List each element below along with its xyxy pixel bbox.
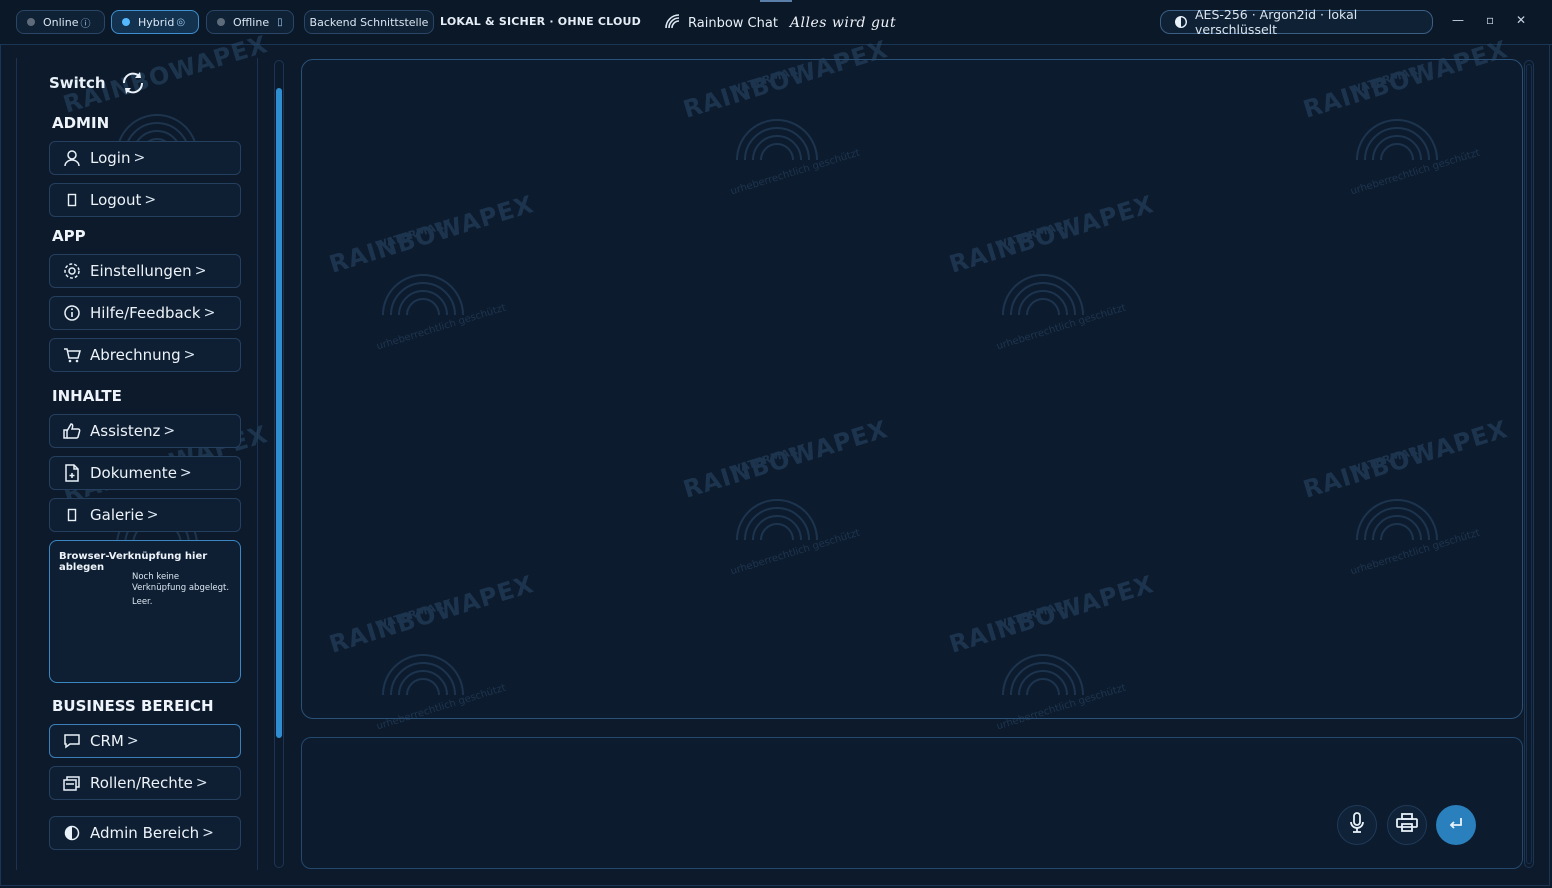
- chevron-right-icon: >: [195, 775, 208, 791]
- app-slogan: Alles wird gut: [789, 15, 897, 31]
- mode-hybrid-label: Hybrid: [138, 15, 175, 29]
- sidebar-item-label: Hilfe/Feedback: [90, 304, 201, 322]
- sidebar-item-label: Rollen/Rechte: [90, 774, 193, 792]
- mic-icon: [1349, 812, 1365, 838]
- section-admin: ADMIN: [52, 114, 110, 132]
- roles-icon: [62, 773, 82, 793]
- chevron-right-icon: >: [133, 150, 146, 166]
- cart-icon: [62, 345, 82, 365]
- sidebar-item-logout[interactable]: Logout >: [49, 183, 241, 217]
- info-icon: ⓘ: [80, 18, 91, 30]
- chevron-right-icon: >: [144, 192, 157, 208]
- sync-icon[interactable]: [116, 66, 150, 100]
- info-icon: [62, 303, 82, 323]
- section-app: APP: [52, 227, 86, 245]
- sidebar-item-rollen[interactable]: Rollen/Rechte >: [49, 766, 241, 800]
- sidebar-item-admin-bereich[interactable]: Admin Bereich >: [49, 816, 241, 850]
- logout-icon: [62, 190, 82, 210]
- sidebar-item-abrechnung[interactable]: Abrechnung >: [49, 338, 241, 372]
- dropzone-empty-text: Verknüpfung abgelegt.: [132, 583, 230, 593]
- send-button[interactable]: [1436, 805, 1476, 845]
- switch-label: Switch: [49, 74, 106, 92]
- section-inhalte: INHALTE: [52, 387, 122, 405]
- encryption-label: AES-256 · Argon2id · lokal verschlüsselt: [1195, 7, 1358, 37]
- sidebar-item-login[interactable]: Login >: [49, 141, 241, 175]
- shield-icon: [1175, 15, 1187, 29]
- chevron-right-icon: >: [194, 263, 207, 279]
- print-button[interactable]: [1387, 805, 1427, 845]
- thumbs-up-icon: [62, 421, 82, 441]
- dropzone-empty-text: Noch keine: [132, 572, 180, 582]
- maximize-button[interactable]: ▫: [1486, 13, 1494, 27]
- app-brand: Rainbow Chat Alles wird gut: [664, 13, 896, 33]
- chevron-right-icon: >: [202, 825, 214, 841]
- app-title: Rainbow Chat: [688, 15, 778, 31]
- sidebar-item-label: Dokumente: [90, 464, 177, 482]
- chevron-right-icon: >: [203, 305, 216, 321]
- sidebar-item-label: CRM: [90, 732, 124, 750]
- user-icon: [62, 148, 82, 168]
- dropzone-status: Leer.: [132, 597, 153, 607]
- message-input-area[interactable]: [301, 737, 1523, 869]
- sidebar-item-label: Assistenz: [90, 422, 161, 440]
- chat-icon: [62, 731, 82, 751]
- mode-offline-label: Offline: [233, 15, 270, 29]
- drag-handle[interactable]: [760, 0, 792, 2]
- chevron-right-icon: >: [163, 423, 176, 439]
- microphone-button[interactable]: [1337, 805, 1377, 845]
- wifi-icon: [664, 13, 682, 33]
- sidebar-item-label: Galerie: [90, 506, 144, 524]
- sidebar-item-einstellungen[interactable]: Einstellungen >: [49, 254, 241, 288]
- backend-label: Backend Schnittstelle: [309, 15, 429, 29]
- backend-button[interactable]: Backend Schnittstelle: [304, 10, 434, 34]
- chat-scroll-thumb[interactable]: [1526, 64, 1532, 864]
- sidebar-item-label: Abrechnung: [90, 346, 181, 364]
- mode-hybrid-button[interactable]: Hybrid ◎: [111, 10, 199, 34]
- section-business: BUSINESS BEREICH: [52, 697, 214, 715]
- sidebar-item-dokumente[interactable]: Dokumente >: [49, 456, 241, 490]
- switch-control[interactable]: Switch: [49, 66, 150, 100]
- chevron-right-icon: >: [126, 733, 139, 749]
- sidebar-item-galerie[interactable]: Galerie >: [49, 498, 241, 532]
- status-dot: [217, 18, 225, 26]
- gallery-icon: [62, 505, 82, 525]
- shield-icon: [62, 823, 82, 843]
- status-dot: [122, 18, 130, 26]
- mode-online-button[interactable]: Online ⓘ: [16, 10, 105, 34]
- chevron-right-icon: >: [183, 347, 196, 363]
- document-icon: [62, 463, 82, 483]
- sidebar-item-assistenz[interactable]: Assistenz >: [49, 414, 241, 448]
- sidebar-item-label: Logout: [90, 191, 142, 209]
- dropzone-title: Browser-Verknüpfung hier ablegen: [59, 551, 208, 573]
- send-icon: [1448, 816, 1464, 835]
- sidebar-item-label: Admin Bereich: [90, 824, 200, 842]
- sidebar-item-crm[interactable]: CRM >: [49, 724, 241, 758]
- settings-icon: [62, 261, 82, 281]
- box-icon: ▯: [277, 16, 283, 28]
- title-bar: Online ⓘ Hybrid ◎ Offline ▯ Backend Schn…: [0, 0, 1552, 45]
- encryption-status[interactable]: AES-256 · Argon2id · lokal verschlüsselt: [1160, 7, 1433, 37]
- eye-icon: ◎: [176, 16, 186, 28]
- print-icon: [1396, 813, 1418, 837]
- mode-offline-button[interactable]: Offline ▯: [206, 10, 294, 34]
- chevron-right-icon: >: [146, 507, 159, 523]
- close-button[interactable]: ✕: [1516, 13, 1526, 27]
- mode-online-label: Online: [43, 15, 79, 29]
- local-secure-label: LOKAL & SICHER · OHNE CLOUD: [440, 15, 641, 28]
- minimize-button[interactable]: —: [1452, 13, 1464, 27]
- sidebar-scroll-thumb[interactable]: [276, 88, 282, 738]
- sidebar-item-hilfe[interactable]: Hilfe/Feedback >: [49, 296, 241, 330]
- sidebar-item-label: Login: [90, 149, 131, 167]
- browser-shortcut-dropzone[interactable]: Browser-Verknüpfung hier ablegen Noch ke…: [49, 540, 241, 683]
- chevron-right-icon: >: [179, 465, 192, 481]
- sidebar-item-label: Einstellungen: [90, 262, 192, 280]
- chat-messages-panel[interactable]: [301, 59, 1523, 719]
- status-dot: [27, 18, 35, 26]
